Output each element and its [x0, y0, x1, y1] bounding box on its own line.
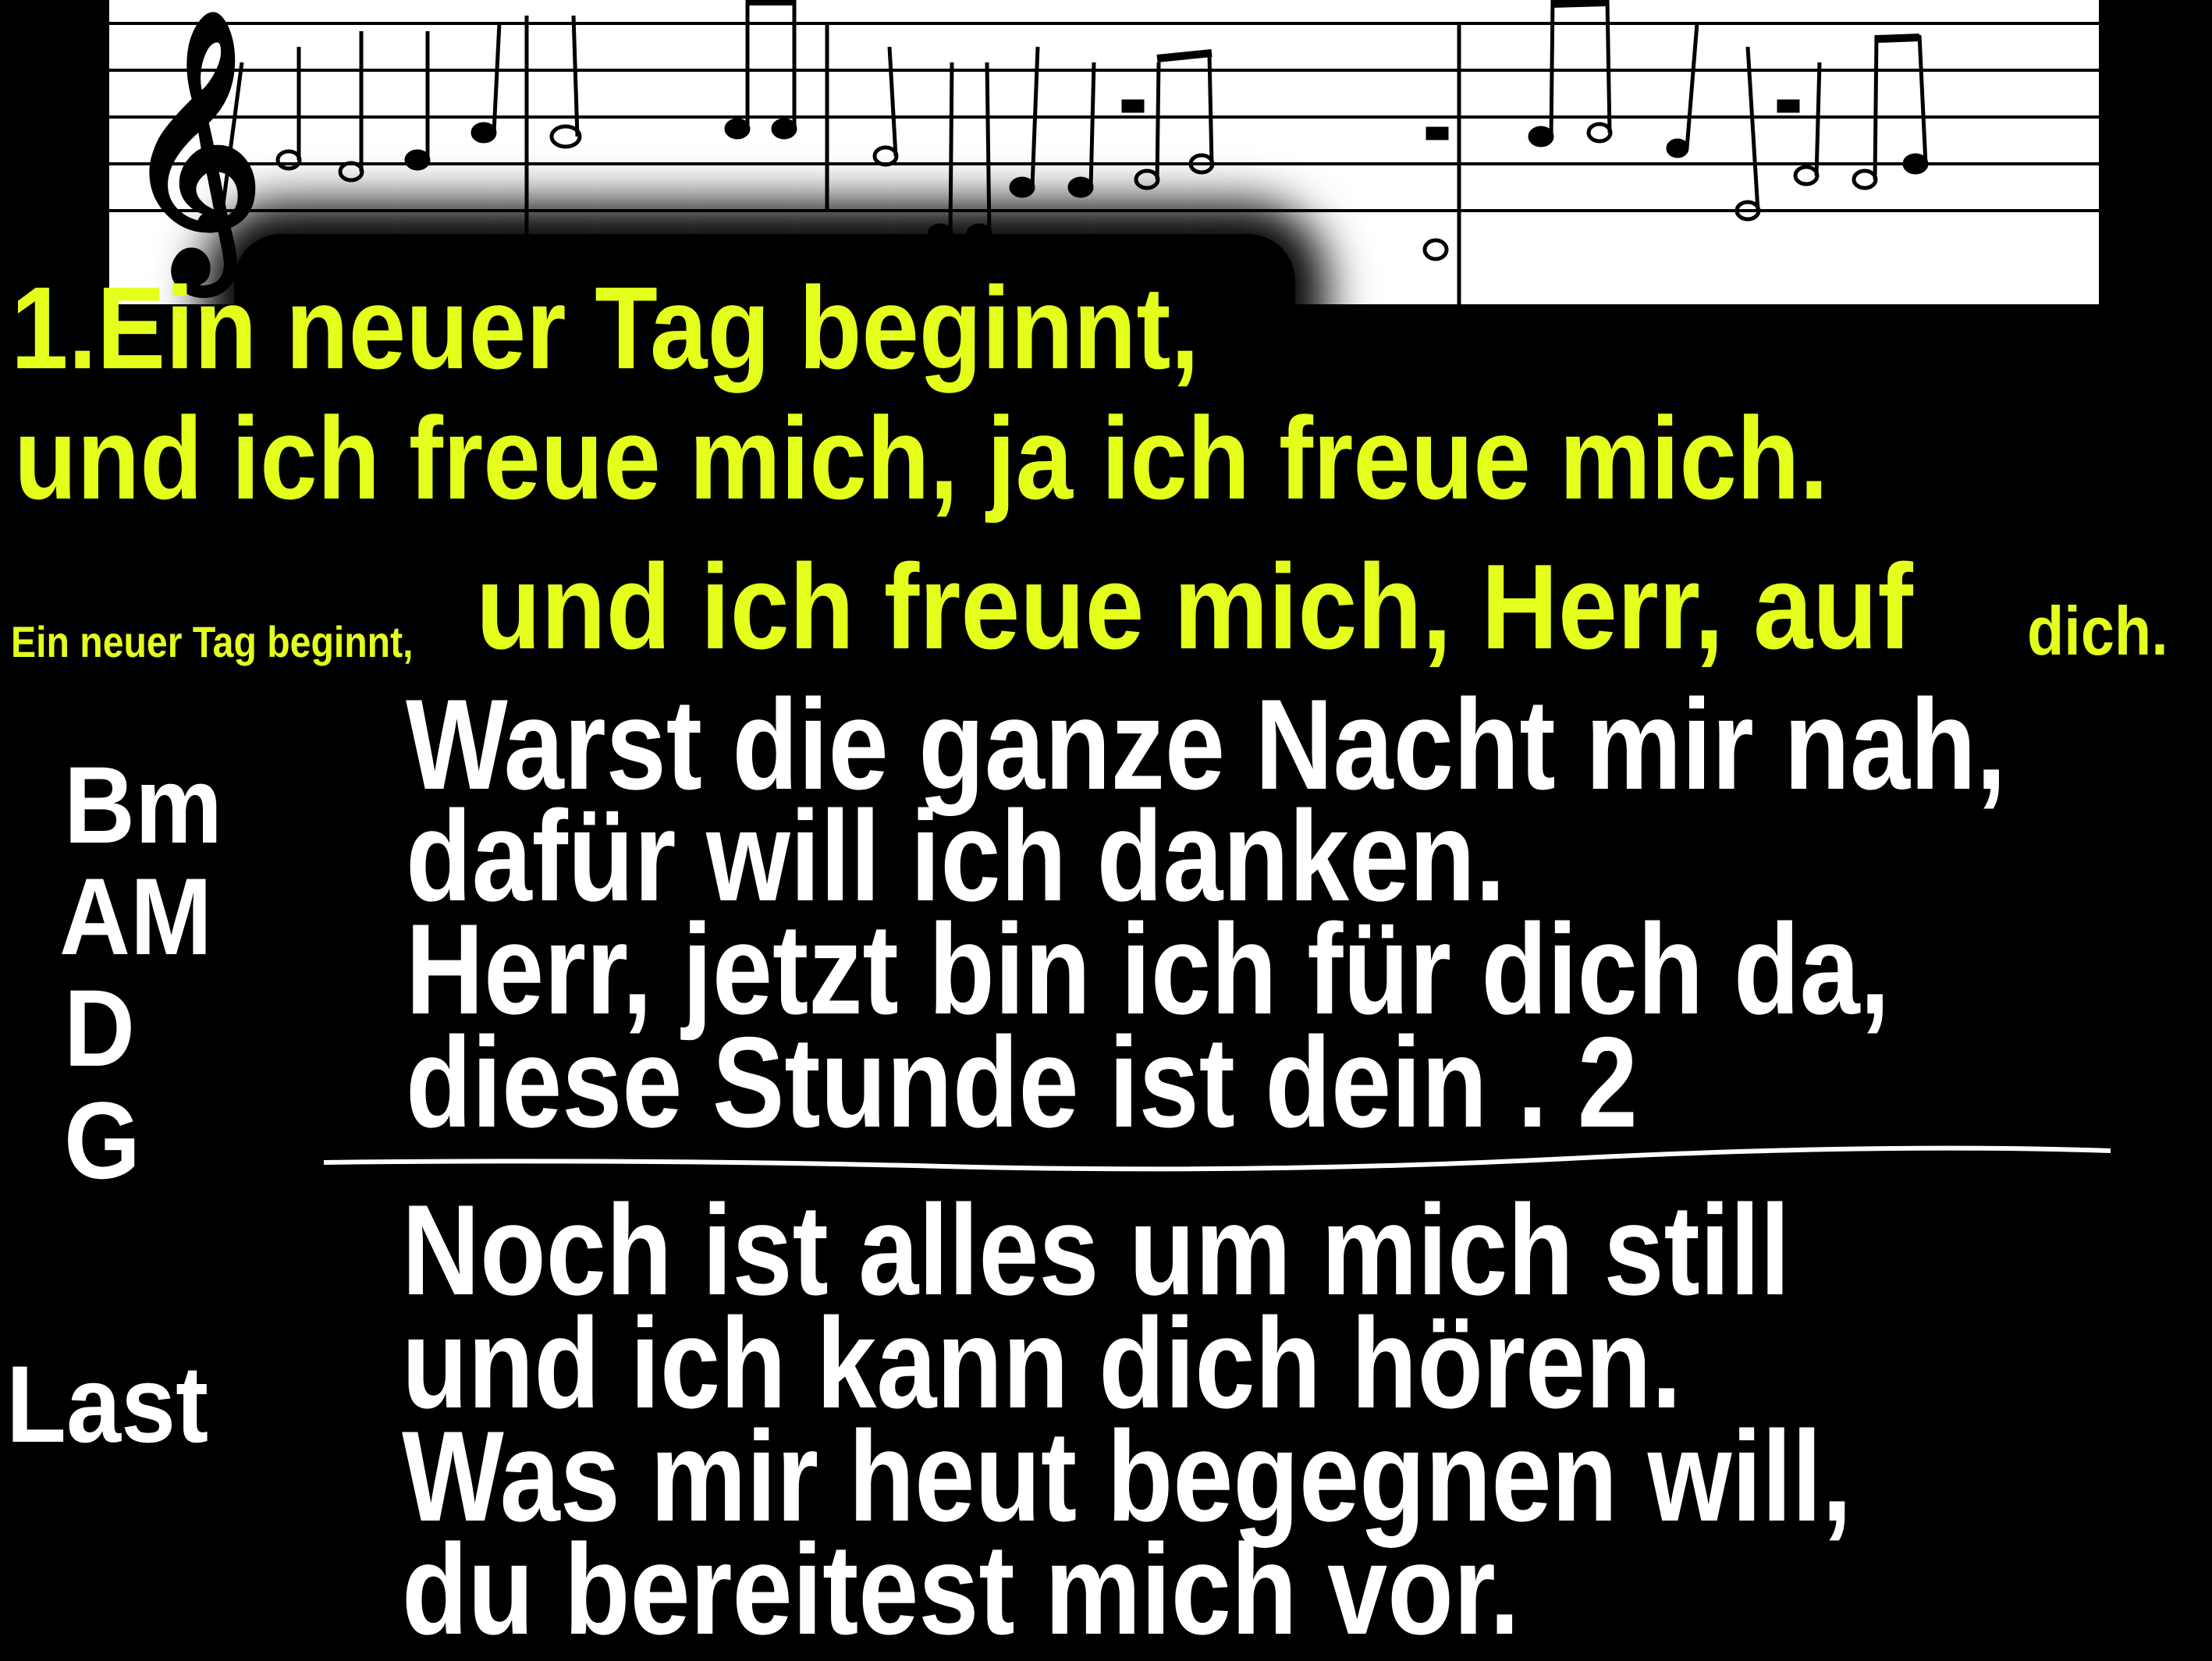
verse-a-line-4: diese Stunde ist dein . 2: [406, 1010, 1638, 1154]
refrain-line-3: und ich freue mich, Herr, auf: [476, 539, 1913, 674]
chord-bm: Bm: [64, 744, 223, 866]
divider-line: [323, 1145, 2111, 1172]
song-slide: 𝄞 1.Ein neuer Tag beginnt, und ich freue…: [0, 0, 2212, 1659]
refrain-line-2: und ich freue mich, ja ich freue mich.: [14, 392, 1829, 523]
refrain-line-1: 1.Ein neuer Tag beginnt,: [11, 262, 1200, 393]
refrain-line-3-prefix: Ein neuer Tag beginnt,: [11, 617, 414, 666]
chord-d: D: [64, 967, 135, 1089]
chord-g: G: [64, 1079, 141, 1201]
refrain-line-3-end: dich.: [2027, 592, 2168, 669]
chord-am: AM: [59, 855, 212, 978]
verse-b-line-4: du bereitest mich vor.: [402, 1517, 1520, 1661]
last-label: Last: [6, 1343, 209, 1465]
